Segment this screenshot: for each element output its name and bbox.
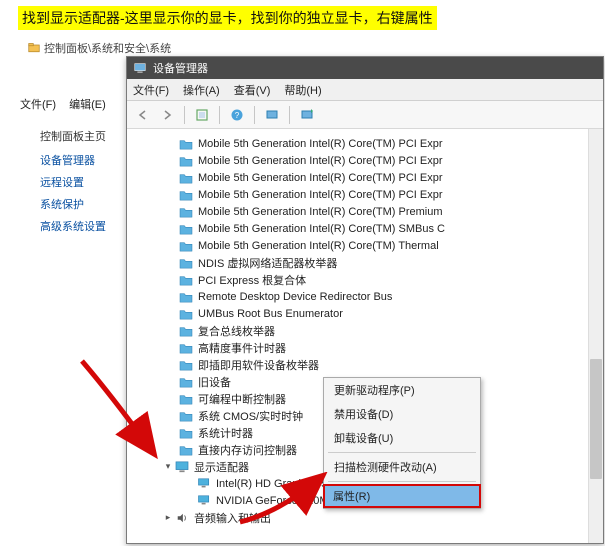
device-label: Mobile 5th Generation Intel(R) Core(TM) … — [198, 206, 443, 218]
back-icon[interactable] — [133, 105, 153, 125]
device-item[interactable]: Mobile 5th Generation Intel(R) Core(TM) … — [127, 152, 603, 169]
device-label: 系统计时器 — [198, 425, 253, 441]
device-label: 即插即用软件设备枚举器 — [198, 357, 319, 373]
device-manager-toolbar: ? — [127, 101, 603, 129]
device-item[interactable]: Remote Desktop Device Redirector Bus — [127, 288, 603, 305]
category-audio[interactable]: ▸ 音频输入和输出 — [127, 509, 603, 526]
scan-icon[interactable] — [262, 105, 282, 125]
device-label: PCI Express 根复合体 — [198, 272, 306, 288]
folder-icon — [28, 42, 40, 54]
toolbar-separator — [219, 106, 220, 124]
speaker-icon — [175, 512, 189, 524]
device-label: NDIS 虚拟网络适配器枚举器 — [198, 255, 337, 271]
device-item[interactable]: Mobile 5th Generation Intel(R) Core(TM) … — [127, 169, 603, 186]
monitor-icon — [197, 478, 211, 489]
device-label: 直接内存访问控制器 — [198, 442, 297, 458]
category-label: 音频输入和输出 — [194, 510, 271, 526]
svg-text:?: ? — [235, 111, 240, 120]
device-label: Mobile 5th Generation Intel(R) Core(TM) … — [198, 189, 443, 201]
ctx-uninstall-device[interactable]: 卸载设备(U) — [324, 426, 480, 450]
menu-view[interactable]: 查看(V) — [234, 82, 271, 98]
device-item[interactable]: 即插即用软件设备枚举器 — [127, 356, 603, 373]
ctx-disable-device[interactable]: 禁用设备(D) — [324, 402, 480, 426]
ctx-properties[interactable]: 属性(R) — [323, 484, 481, 508]
expand-icon[interactable]: ▾ — [163, 462, 173, 472]
sidebar-link-remote[interactable]: 远程设置 — [40, 174, 106, 190]
toolbar-separator — [184, 106, 185, 124]
instruction-banner: 找到显示适配器-这里显示你的显卡，找到你的独立显卡，右键属性 — [18, 6, 437, 30]
menu-action[interactable]: 操作(A) — [183, 82, 220, 98]
device-item[interactable]: Mobile 5th Generation Intel(R) Core(TM) … — [127, 186, 603, 203]
device-label: 旧设备 — [198, 374, 231, 390]
device-item[interactable]: Mobile 5th Generation Intel(R) Core(TM) … — [127, 220, 603, 237]
menu-edit[interactable]: 编辑(E) — [69, 99, 106, 111]
device-manager-menubar: 文件(F) 操作(A) 查看(V) 帮助(H) — [127, 79, 603, 101]
ctx-update-driver[interactable]: 更新驱动程序(P) — [324, 378, 480, 402]
device-item[interactable]: Mobile 5th Generation Intel(R) Core(TM) … — [127, 135, 603, 152]
device-label: Mobile 5th Generation Intel(R) Core(TM) … — [198, 138, 443, 150]
device-item[interactable]: Mobile 5th Generation Intel(R) Core(TM) … — [127, 203, 603, 220]
device-label: Mobile 5th Generation Intel(R) Core(TM) … — [198, 223, 445, 235]
device-item[interactable]: 复合总线枚举器 — [127, 322, 603, 339]
device-label: 高精度事件计时器 — [198, 340, 286, 356]
device-label: Mobile 5th Generation Intel(R) Core(TM) … — [198, 172, 443, 184]
action-icon[interactable] — [192, 105, 212, 125]
device-label: 可编程中断控制器 — [198, 391, 286, 407]
toolbar-separator — [254, 106, 255, 124]
scrollbar-thumb[interactable] — [590, 359, 602, 479]
breadcrumb-text: 控制面板\系统和安全\系统 — [44, 40, 171, 56]
device-label: Remote Desktop Device Redirector Bus — [198, 291, 392, 303]
gpu-label: NVIDIA GeForce 920M — [216, 495, 329, 507]
refresh-icon[interactable] — [297, 105, 317, 125]
device-manager-title: 设备管理器 — [153, 60, 208, 76]
device-label: 复合总线枚举器 — [198, 323, 275, 339]
device-label: Mobile 5th Generation Intel(R) Core(TM) … — [198, 155, 443, 167]
device-label: Mobile 5th Generation Intel(R) Core(TM) … — [198, 240, 439, 252]
menu-help[interactable]: 帮助(H) — [284, 82, 321, 98]
sidebar-title: 控制面板主页 — [40, 128, 106, 144]
context-menu: 更新驱动程序(P) 禁用设备(D) 卸载设备(U) 扫描检测硬件改动(A) 属性… — [323, 377, 481, 509]
menu-file[interactable]: 文件(F) — [20, 99, 56, 111]
device-manager-icon — [133, 61, 147, 75]
device-manager-window: 设备管理器 文件(F) 操作(A) 查看(V) 帮助(H) ? Mobile 5… — [126, 56, 604, 544]
device-item[interactable]: NDIS 虚拟网络适配器枚举器 — [127, 254, 603, 271]
vertical-scrollbar[interactable] — [588, 129, 603, 543]
gpu-label: Intel(R) HD Graphics 55 — [216, 478, 333, 490]
expand-icon[interactable]: ▸ — [163, 513, 173, 523]
device-item[interactable]: UMBus Root Bus Enumerator — [127, 305, 603, 322]
device-item[interactable]: Mobile 5th Generation Intel(R) Core(TM) … — [127, 237, 603, 254]
category-label: 显示适配器 — [194, 459, 249, 475]
ctx-scan-hardware[interactable]: 扫描检测硬件改动(A) — [324, 455, 480, 479]
sidebar-link-advanced[interactable]: 高级系统设置 — [40, 218, 106, 234]
help-icon[interactable]: ? — [227, 105, 247, 125]
device-label: UMBus Root Bus Enumerator — [198, 308, 343, 320]
device-item[interactable]: PCI Express 根复合体 — [127, 271, 603, 288]
breadcrumb: 控制面板\系统和安全\系统 — [28, 40, 171, 56]
ctx-separator — [328, 481, 476, 482]
device-label: 系统 CMOS/实时时钟 — [198, 408, 303, 424]
ctx-separator — [328, 452, 476, 453]
menu-file[interactable]: 文件(F) — [133, 82, 169, 98]
sidebar-links: 设备管理器 远程设置 系统保护 高级系统设置 — [40, 152, 106, 240]
device-manager-titlebar[interactable]: 设备管理器 — [127, 57, 603, 79]
device-item[interactable]: 高精度事件计时器 — [127, 339, 603, 356]
forward-icon[interactable] — [157, 105, 177, 125]
monitor-icon — [197, 495, 211, 506]
monitor-icon — [175, 461, 189, 473]
sidebar-link-protection[interactable]: 系统保护 — [40, 196, 106, 212]
sidebar-link-device-manager[interactable]: 设备管理器 — [40, 152, 106, 168]
toolbar-separator — [289, 106, 290, 124]
back-window-menu: 文件(F) 编辑(E) — [20, 96, 116, 112]
